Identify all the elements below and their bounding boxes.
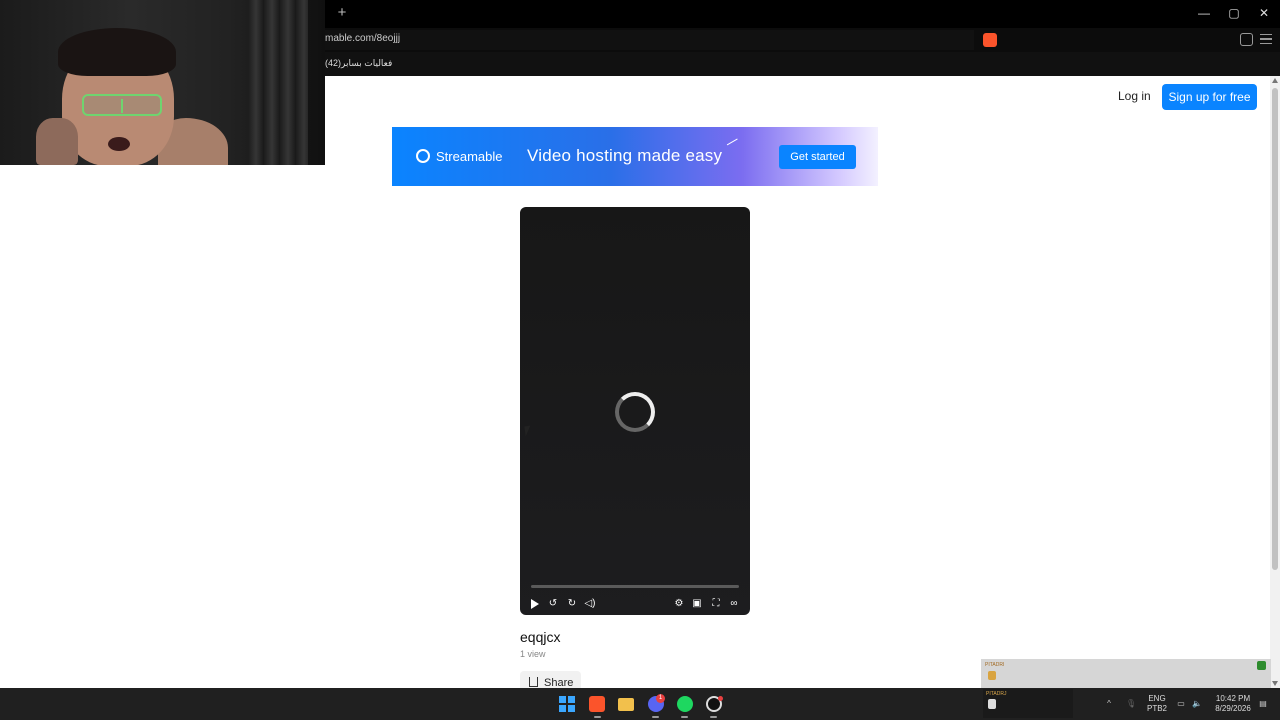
webcam-background [248,0,308,165]
network-icon[interactable]: ▭ [1176,699,1186,709]
streamable-logo-icon [416,149,430,163]
new-tab-button[interactable]: + [334,4,350,22]
banner-brand: Streamable [436,149,503,164]
language-indicator[interactable]: ENG PTB2 [1146,694,1168,714]
notification-title: PITADRI [985,662,1005,668]
desktop-screen: + — ▢ ✕ mable.com/8eojjj (42)فعاليات بسا… [0,0,1280,720]
promo-banner[interactable]: Streamable Video hosting made easy Get s… [392,127,878,186]
picture-in-picture-icon[interactable]: ▣ [690,597,704,611]
obs-recording-icon [718,696,723,701]
login-link[interactable]: Log in [1118,89,1151,103]
discord-open-indicator [652,716,659,718]
maximize-button[interactable]: ▢ [1220,4,1248,22]
windows-taskbar [0,688,1280,720]
streamable-logo-icon[interactable]: ∞ [727,597,741,611]
extensions-icon[interactable] [1240,33,1253,46]
volume-icon[interactable]: 🔈 [1192,699,1202,709]
file-explorer-icon[interactable] [618,698,634,711]
page-scrollbar[interactable] [1270,76,1280,688]
share-label: Share [544,677,574,688]
notification-center-icon[interactable]: ▤ [1258,699,1268,709]
stream-widget: PITADRJ [983,689,1073,718]
close-button[interactable]: ✕ [1250,4,1278,22]
fullscreen-icon[interactable]: ⛶ [709,597,723,611]
chevron-up-icon[interactable]: ^ [1104,699,1114,709]
share-icon [529,677,538,687]
video-player[interactable]: ↺ ↻ ◁) ⚙ ▣ ⛶ ∞ [520,207,750,615]
spotify-open-indicator [681,716,688,718]
clock-date: 8/29/2026 [1215,704,1251,713]
spotify-icon[interactable] [677,696,693,712]
keyboard-label: PTB2 [1146,704,1167,713]
signup-button[interactable]: Sign up for free [1162,84,1257,110]
stream-notification: PITADRI [981,659,1271,688]
banner-tagline: Video hosting made easy [527,146,723,165]
video-title: eqqjcx [520,629,561,645]
obs-open-indicator [710,716,717,718]
scrollbar-thumb[interactable] [1272,88,1278,570]
forward-icon[interactable]: ↻ [565,597,579,611]
settings-icon[interactable]: ⚙ [672,597,686,611]
brave-lion-icon[interactable] [983,33,997,47]
stream-widget-label: PITADRJ [986,691,1007,697]
menu-icon[interactable] [1260,34,1272,44]
brave-active-indicator [594,716,601,718]
replay-icon[interactable]: ↺ [546,597,560,611]
url-text[interactable]: mable.com/8eojjj [325,33,400,44]
discord-badge: 1 [656,694,665,703]
webcam-person-hair [58,28,176,76]
sparkle-icon [726,138,742,152]
scroll-down-arrow-icon[interactable] [1272,681,1278,686]
brave-browser-icon[interactable] [589,696,605,712]
bookmark-item[interactable]: (42)فعاليات بسابر [325,58,392,69]
webcam-overlay [0,0,325,165]
webcam-mouth [108,137,130,151]
progress-bar[interactable] [531,585,739,588]
clock-time: 10:42 PM [1215,694,1251,703]
volume-icon[interactable]: ◁) [583,597,597,611]
url-field[interactable] [318,30,974,50]
share-button[interactable]: Share [520,671,581,688]
get-started-button[interactable]: Get started [779,145,856,169]
view-count: 1 view [520,649,546,659]
play-icon[interactable] [531,599,539,609]
webcam-glasses [82,94,162,116]
scroll-up-arrow-icon[interactable] [1272,78,1278,83]
notification-badge-icon [1257,661,1266,670]
windows-start-icon[interactable] [559,696,575,712]
webcam-hand [36,118,78,165]
language-label: ENG [1148,694,1166,703]
microphone-icon[interactable]: 🎙 [1126,699,1136,709]
streamable-page: Log in Sign up for free Streamable Video… [0,76,1270,688]
clock[interactable]: 10:42 PM 8/29/2026 [1210,694,1256,714]
loading-spinner [615,392,655,432]
mouse-cursor [524,425,532,437]
minimize-button[interactable]: — [1190,4,1218,22]
stream-widget-icon [988,699,996,709]
notification-icon [988,671,996,680]
